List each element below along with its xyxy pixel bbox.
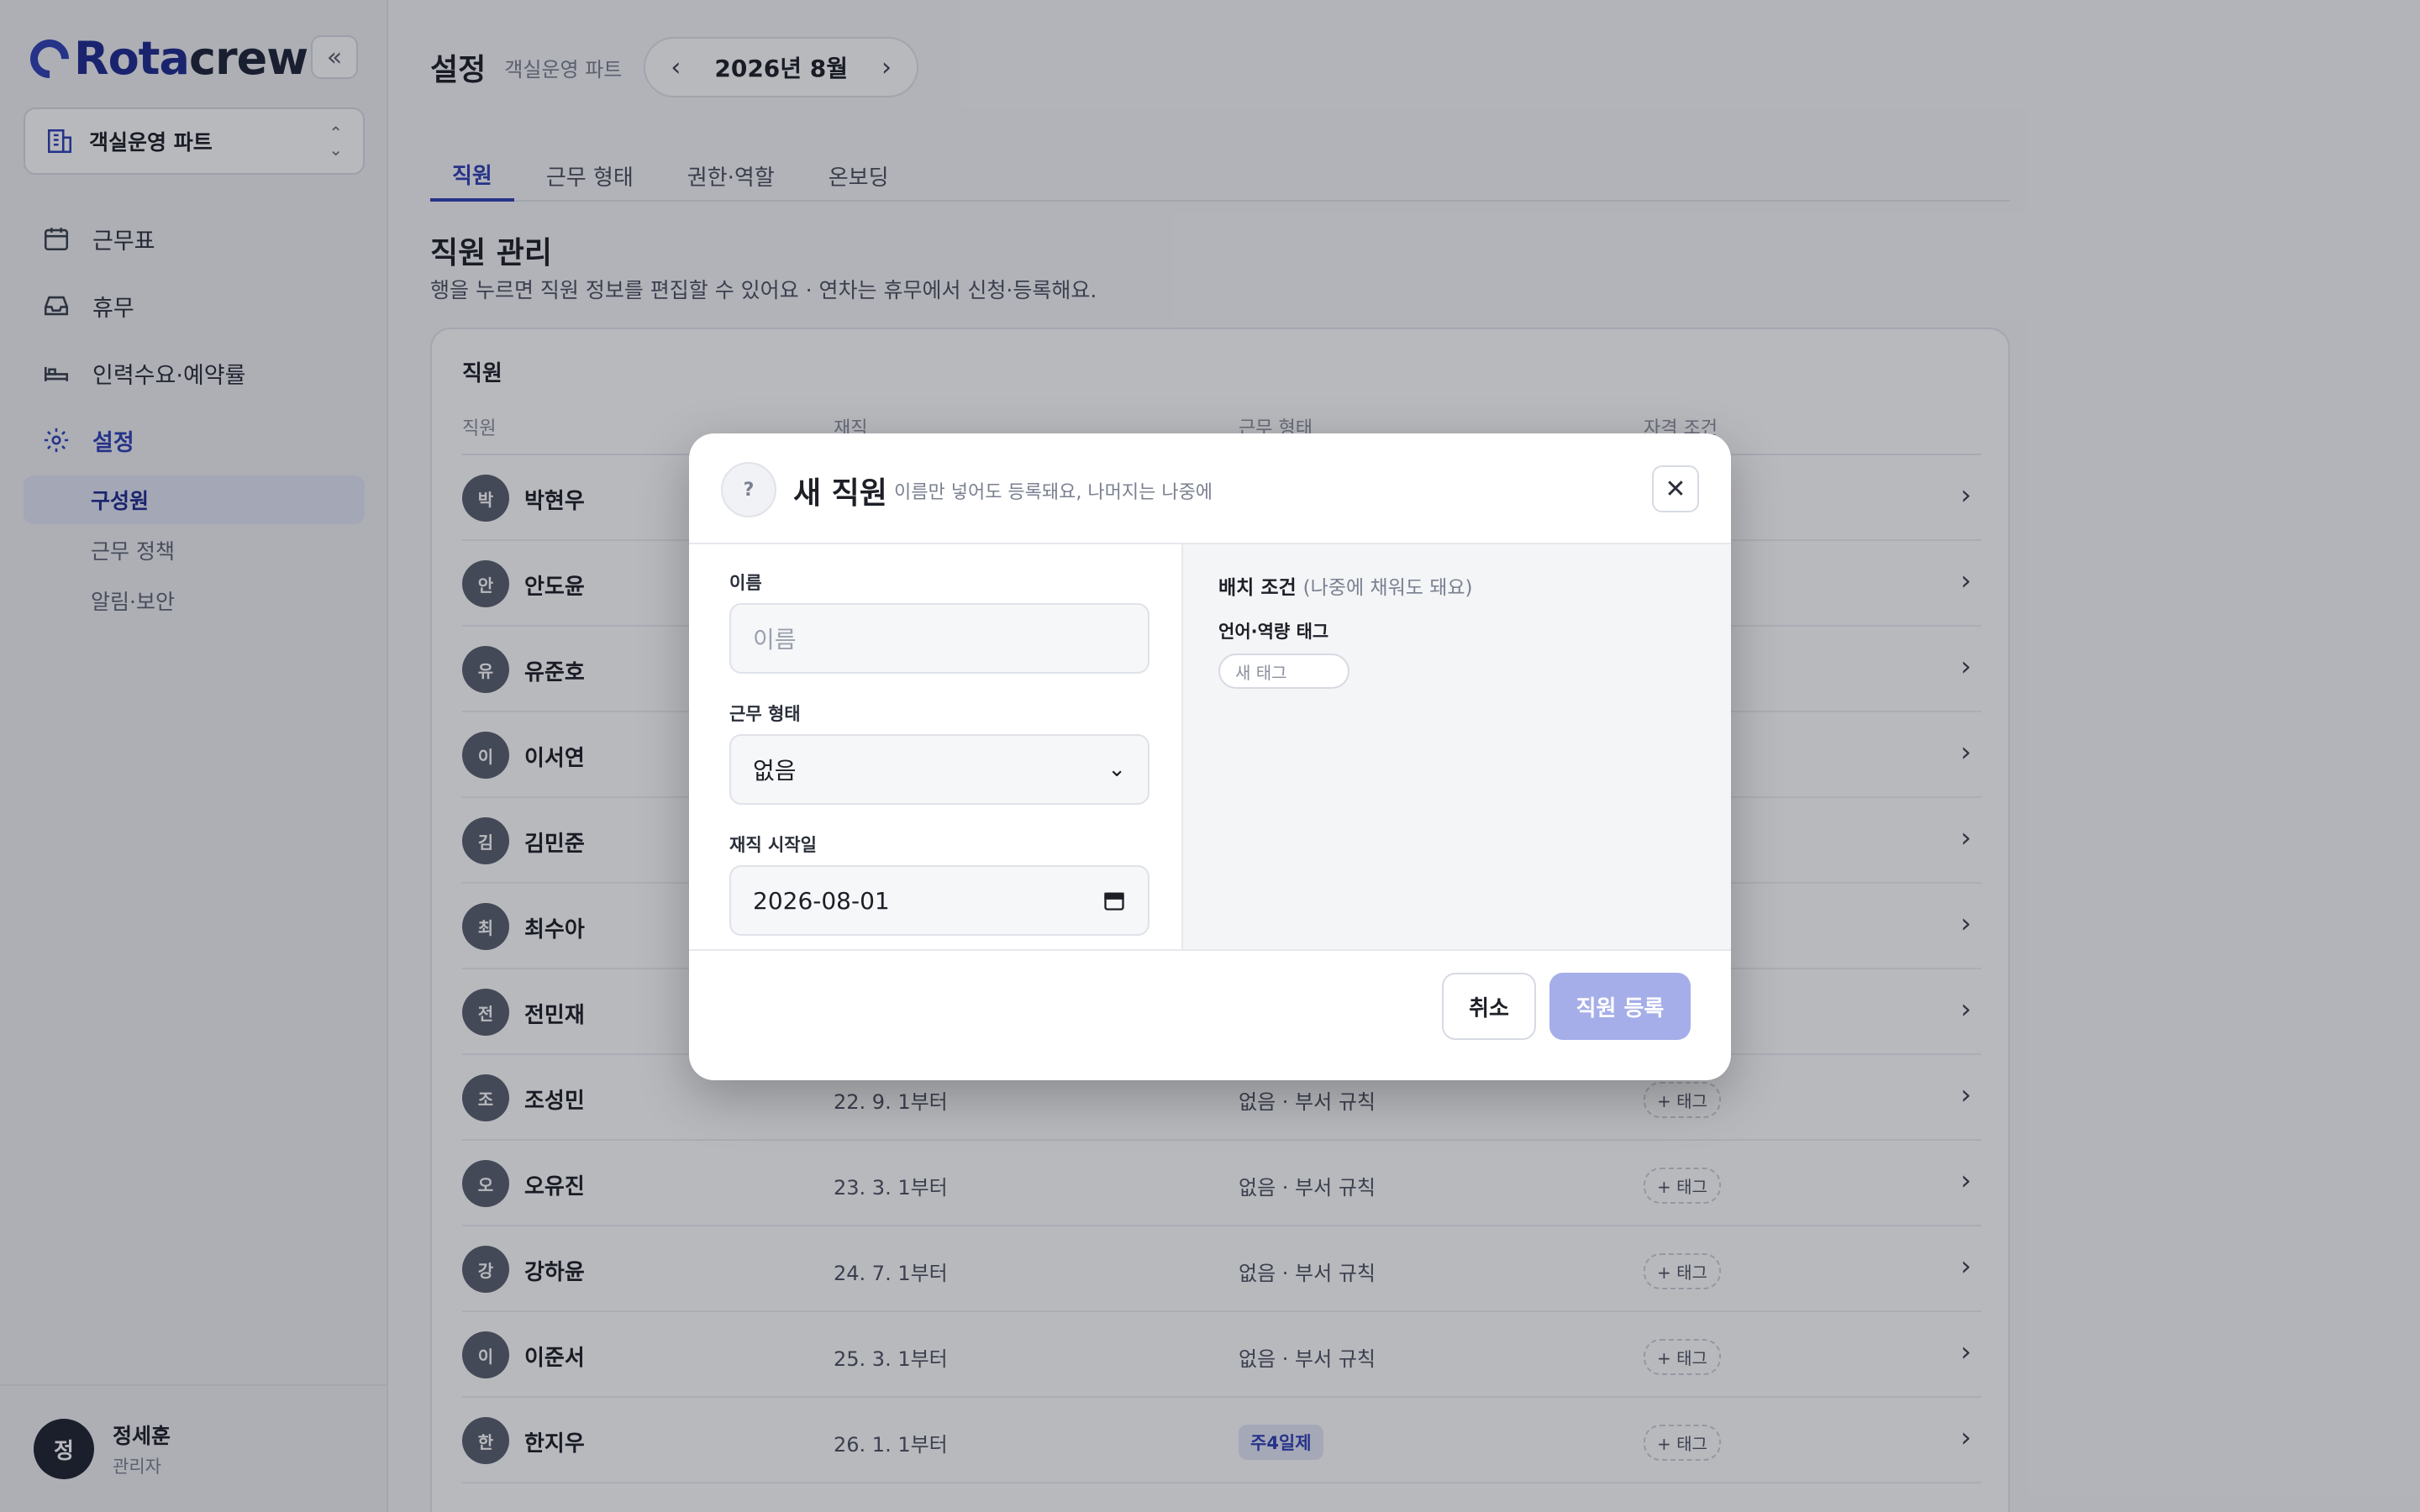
close-button[interactable]: ✕ (1652, 465, 1699, 512)
worktype-label: 근무 형태 (729, 704, 801, 724)
modal-form: 이름 이름 근무 형태 없음 ⌄ 재직 시작일 2026-08-01 (689, 544, 1183, 949)
modal-subtitle: 이름만 넣어도 등록돼요, 나머지는 나중에 (894, 482, 1213, 503)
name-label: 이름 (729, 573, 762, 593)
modal-title: 새 직원 (793, 476, 887, 511)
calendar-icon[interactable] (1102, 889, 1126, 912)
placement-conditions-panel: 배치 조건 (나중에 채워도 돼요) 언어·역량 태그 새 태그 (1183, 544, 1731, 949)
close-icon: ✕ (1665, 474, 1686, 504)
new-staff-modal: ? 새 직원 이름만 넣어도 등록돼요, 나머지는 나중에 ✕ 이름 이름 근무… (689, 433, 1731, 1080)
placement-title: 배치 조건 (1218, 577, 1297, 599)
new-tag-input[interactable]: 새 태그 (1218, 654, 1349, 689)
start-date-label: 재직 시작일 (729, 835, 817, 855)
cancel-button[interactable]: 취소 (1442, 973, 1536, 1040)
help-icon[interactable]: ? (721, 462, 776, 517)
placement-hint: (나중에 채워도 돼요) (1302, 577, 1473, 599)
worktype-value: 없음 (753, 757, 797, 785)
start-date-input[interactable]: 2026-08-01 (729, 865, 1150, 936)
chevron-down-icon: ⌄ (1107, 757, 1126, 782)
tags-label: 언어·역량 태그 (1218, 622, 1329, 642)
worktype-select[interactable]: 없음 ⌄ (729, 734, 1150, 805)
register-staff-button[interactable]: 직원 등록 (1549, 973, 1691, 1040)
start-date-value: 2026-08-01 (753, 886, 890, 915)
name-input[interactable]: 이름 (729, 603, 1150, 674)
modal-header: ? 새 직원 이름만 넣어도 등록돼요, 나머지는 나중에 ✕ (689, 433, 1731, 544)
modal-footer: 취소 직원 등록 (689, 949, 1731, 1080)
